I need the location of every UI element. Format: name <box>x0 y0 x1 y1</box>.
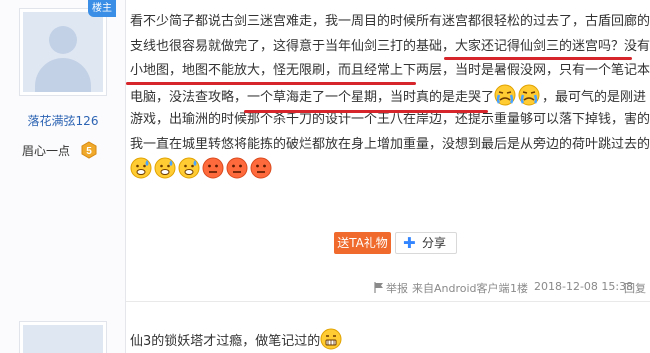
highlight-underline <box>244 110 488 113</box>
reply-link[interactable]: 回复 <box>624 280 646 296</box>
sweat-face-emoji <box>154 157 176 179</box>
level-name: 眉心一点 <box>22 144 71 158</box>
cry-face-emoji <box>494 84 516 106</box>
level-number: 5 <box>86 146 92 157</box>
level-badge-icon: 5 <box>81 141 97 159</box>
highlight-underline <box>126 82 416 85</box>
post-line: 我一直在城里转悠将能拣的破烂都放在身上增加重量，没想到最后是从旁边的荷叶跳过去的 <box>130 136 650 152</box>
post-line: 支线也很容易就做完了，这得意于当年仙剑三打的基础，大家还记得仙剑三的迷宫吗？没有 <box>130 38 650 54</box>
author-sidebar: 楼主 落花满弦126 眉心一点 5 <box>0 0 126 353</box>
share-icon: ✚ <box>403 234 416 252</box>
floor-number: 1楼 <box>510 282 528 295</box>
red-face-emoji <box>250 157 272 179</box>
post-content: 看不少简子都说古剑三迷宫难走，我一周目的时候所有迷宫都很轻松的过去了，古盾回廊的… <box>130 10 650 182</box>
next-reply-content: 仙3的锁妖塔才过瘾，做笔记过的 <box>130 328 344 352</box>
red-face-emoji <box>226 157 248 179</box>
avatar-placeholder-icon <box>23 325 103 353</box>
report-link[interactable]: 举报 <box>386 280 408 296</box>
red-face-emoji <box>202 157 224 179</box>
post-timestamp: 2018-12-08 15:38 <box>534 280 634 293</box>
post-line: 看不少简子都说古剑三迷宫难走，我一周目的时候所有迷宫都很轻松的过去了，古盾回廊的 <box>130 14 650 29</box>
post-divider <box>126 301 650 302</box>
highlight-underline <box>444 57 632 60</box>
reply-avatar[interactable] <box>19 321 107 353</box>
author-level[interactable]: 眉心一点 5 <box>20 140 106 160</box>
author-avatar[interactable] <box>19 8 107 96</box>
share-label: 分享 <box>422 236 447 250</box>
cry-face-emoji <box>518 84 540 106</box>
emoji-row <box>130 157 645 182</box>
share-button[interactable]: ✚ 分享 <box>395 232 457 254</box>
post-line: 小地图，地图不能放大，怪无限刷，而且经常上下两层，当时是暑假没网，只有一个笔记本 <box>130 63 650 78</box>
client-source[interactable]: 来自Android客户端 <box>412 280 510 296</box>
post-line: 电脑，没法查攻略，一个草海走了一个星期，当时真的是走哭了 ，最可气的是刚进 <box>130 84 646 109</box>
reply-text: 仙3的锁妖塔才过瘾，做笔记过的 <box>130 334 321 349</box>
avatar-placeholder-icon <box>23 12 103 92</box>
grimace-face-emoji <box>320 328 342 350</box>
op-badge: 楼主 <box>88 0 116 17</box>
send-gift-button[interactable]: 送TA礼物 <box>334 232 391 254</box>
report-icon[interactable] <box>374 282 384 293</box>
sweat-face-emoji <box>130 157 152 179</box>
author-username[interactable]: 落花满弦126 <box>0 112 126 129</box>
sweat-face-emoji <box>178 157 200 179</box>
